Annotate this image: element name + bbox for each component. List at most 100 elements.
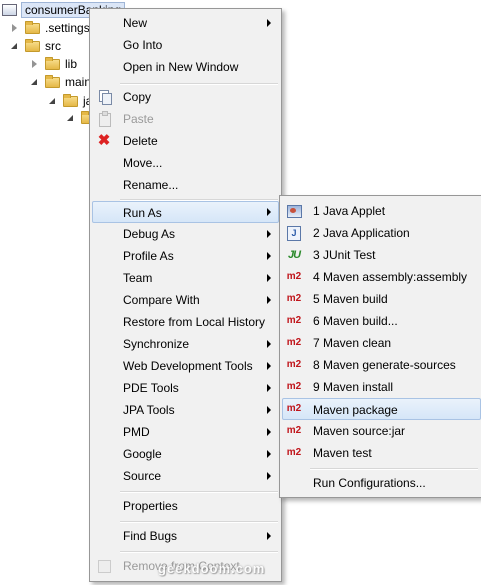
run-as-submenu: 1 Java Applet 2 Java Application JU 3 JU…: [279, 195, 481, 498]
menu-item-rename[interactable]: Rename...: [92, 174, 279, 196]
menu-label: Maven source:jar: [313, 424, 406, 438]
menu-label: Run As: [123, 206, 162, 220]
menu-item-jpa-tools[interactable]: JPA Tools: [92, 399, 279, 421]
submenu-arrow-icon: [267, 532, 271, 540]
maven-m2-icon: m2: [286, 447, 302, 458]
menu-item-delete[interactable]: ✖ Delete: [92, 130, 279, 152]
menu-label: Team: [123, 271, 153, 285]
submenu-arrow-icon: [267, 19, 271, 27]
collapse-icon[interactable]: [66, 113, 76, 123]
menu-label: Debug As: [123, 227, 176, 241]
tree-label-src: src: [45, 39, 61, 53]
submenu-arrow-icon: [267, 252, 271, 260]
submenu-arrow-icon: [267, 296, 271, 304]
menu-item-copy[interactable]: Copy: [92, 86, 279, 108]
menu-item-profile-as[interactable]: Profile As: [92, 245, 279, 267]
menu-label: Google: [123, 447, 162, 461]
tree-label-main: main: [65, 75, 92, 89]
copy-icon: [96, 89, 112, 105]
collapse-icon[interactable]: [48, 96, 58, 106]
run-as-java-applet[interactable]: 1 Java Applet: [282, 200, 479, 222]
remove-from-context-icon: [96, 558, 112, 574]
run-as-maven-build-dialog[interactable]: m2 6 Maven build...: [282, 310, 479, 332]
run-as-maven-clean[interactable]: m2 7 Maven clean: [282, 332, 479, 354]
menu-label: Maven test: [313, 446, 372, 460]
menu-item-run-as[interactable]: Run As: [92, 201, 279, 223]
menu-separator: [120, 551, 278, 553]
menu-label: Maven package: [313, 403, 398, 417]
menu-label: 8 Maven generate-sources: [313, 358, 456, 372]
context-menu: New Go Into Open in New Window Copy Past…: [89, 8, 282, 582]
menu-item-team[interactable]: Team: [92, 267, 279, 289]
tree-row-main[interactable]: main: [30, 72, 91, 92]
menu-label: Go Into: [123, 38, 163, 52]
run-as-maven-source-jar[interactable]: m2 Maven source:jar: [282, 420, 479, 442]
menu-label: 7 Maven clean: [313, 336, 392, 350]
menu-label: Move...: [123, 156, 163, 170]
menu-label: 2 Java Application: [313, 226, 410, 240]
menu-label: JPA Tools: [123, 403, 175, 417]
menu-item-pde-tools[interactable]: PDE Tools: [92, 377, 279, 399]
folder-icon: [25, 20, 40, 34]
collapse-icon[interactable]: [10, 41, 20, 51]
maven-m2-icon: m2: [286, 359, 302, 370]
menu-item-google[interactable]: Google: [92, 443, 279, 465]
menu-item-web-development-tools[interactable]: Web Development Tools: [92, 355, 279, 377]
run-as-junit-test[interactable]: JU 3 JUnit Test: [282, 244, 479, 266]
menu-item-find-bugs[interactable]: Find Bugs: [92, 525, 279, 547]
run-as-java-application[interactable]: 2 Java Application: [282, 222, 479, 244]
tree-row-src[interactable]: src: [10, 36, 61, 56]
submenu-arrow-icon: [267, 428, 271, 436]
run-as-maven-assembly[interactable]: m2 4 Maven assembly:assembly: [282, 266, 479, 288]
menu-label: 3 JUnit Test: [313, 248, 376, 262]
expand-icon[interactable]: [10, 23, 20, 33]
menu-item-pmd[interactable]: PMD: [92, 421, 279, 443]
junit-icon: JU: [287, 249, 301, 261]
menu-item-debug-as[interactable]: Debug As: [92, 223, 279, 245]
submenu-arrow-icon: [267, 340, 271, 348]
menu-label: Synchronize: [123, 337, 190, 351]
maven-m2-icon: m2: [286, 337, 302, 348]
run-as-maven-test[interactable]: m2 Maven test: [282, 442, 479, 464]
menu-item-move[interactable]: Move...: [92, 152, 279, 174]
menu-item-new[interactable]: New: [92, 12, 279, 34]
menu-label: Source: [123, 469, 162, 483]
submenu-arrow-icon: [267, 384, 271, 392]
menu-label: Delete: [123, 134, 158, 148]
run-configurations[interactable]: Run Configurations...: [282, 472, 479, 494]
run-as-maven-install[interactable]: m2 9 Maven install: [282, 376, 479, 398]
menu-label: Copy: [123, 90, 152, 104]
submenu-arrow-icon: [267, 472, 271, 480]
maven-m2-icon: m2: [286, 271, 302, 282]
menu-label: Run Configurations...: [313, 476, 426, 490]
collapse-icon[interactable]: [30, 77, 40, 87]
menu-item-synchronize[interactable]: Synchronize: [92, 333, 279, 355]
run-as-maven-generate-sources[interactable]: m2 8 Maven generate-sources: [282, 354, 479, 376]
menu-item-open-in-new-window[interactable]: Open in New Window: [92, 56, 279, 78]
menu-label: Profile As: [123, 249, 174, 263]
maven-m2-icon: m2: [286, 381, 302, 392]
run-as-maven-build[interactable]: m2 5 Maven build: [282, 288, 479, 310]
submenu-arrow-icon: [267, 230, 271, 238]
menu-label: Find Bugs: [123, 529, 178, 543]
menu-item-source[interactable]: Source: [92, 465, 279, 487]
run-as-maven-package[interactable]: m2 Maven package: [282, 398, 481, 420]
menu-label: 5 Maven build: [313, 292, 388, 306]
menu-item-compare-with[interactable]: Compare With: [92, 289, 279, 311]
expand-icon[interactable]: [30, 59, 40, 69]
menu-item-restore-from-local-history[interactable]: Restore from Local History: [92, 311, 279, 333]
watermark: geekdoom.com: [158, 561, 266, 576]
menu-label: Web Development Tools: [123, 359, 253, 373]
menu-item-go-into[interactable]: Go Into: [92, 34, 279, 56]
menu-label: 4 Maven assembly:assembly: [313, 270, 468, 284]
tree-row-lib[interactable]: lib: [30, 54, 77, 74]
submenu-arrow-icon: [267, 362, 271, 370]
maven-m2-icon: m2: [286, 293, 302, 304]
project-icon: [2, 4, 17, 16]
java-application-icon: [286, 225, 302, 241]
menu-separator: [120, 83, 278, 85]
menu-separator: [120, 521, 278, 523]
java-applet-icon: [286, 203, 302, 219]
tree-row-settings[interactable]: .settings: [10, 18, 90, 38]
menu-item-properties[interactable]: Properties: [92, 495, 279, 517]
